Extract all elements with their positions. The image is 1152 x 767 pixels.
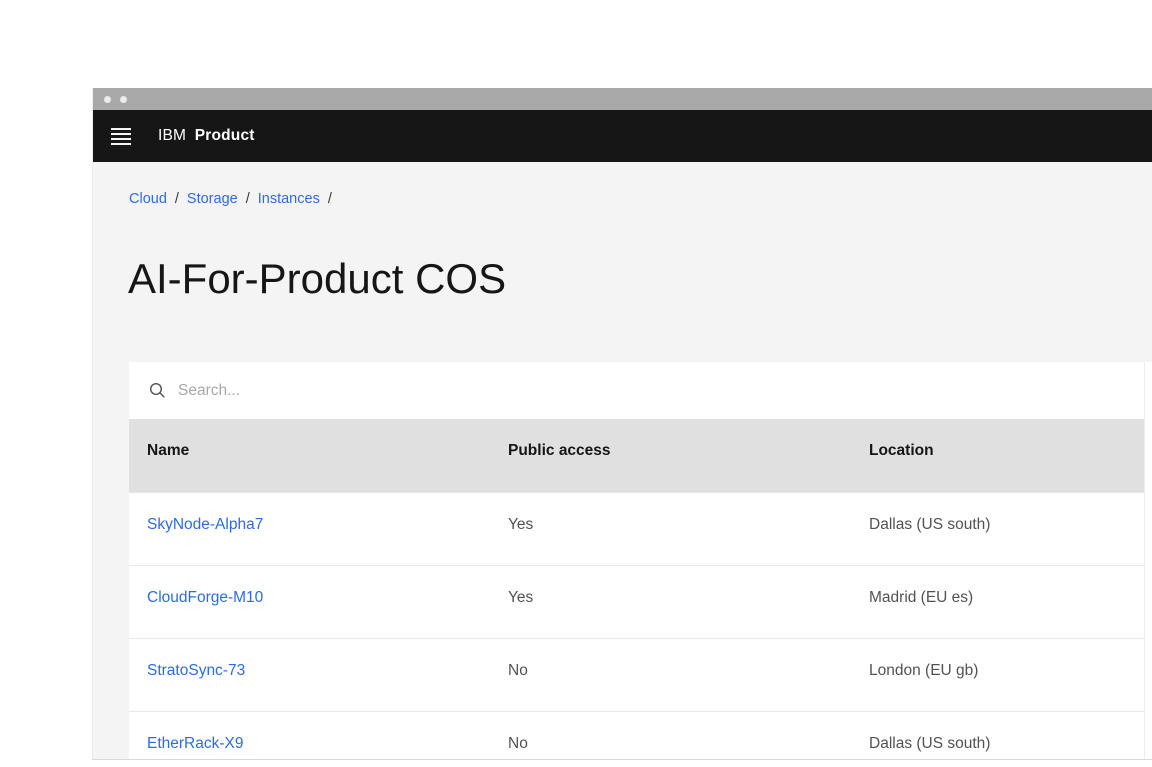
- table-header-row: Name Public access Location: [129, 419, 1144, 492]
- brand-title: IBM Product: [158, 127, 255, 145]
- window-titlebar: [93, 88, 1152, 110]
- instances-table: Name Public access Location SkyNode-Alph…: [129, 362, 1144, 759]
- breadcrumb-separator: /: [327, 191, 332, 207]
- table-row: CloudForge-M10 Yes Madrid (EU es): [129, 565, 1144, 638]
- vertical-scrollbar[interactable]: [1144, 362, 1152, 759]
- breadcrumb-separator: /: [174, 191, 179, 207]
- public-access-cell: Yes: [508, 589, 534, 606]
- brand-prefix: IBM: [158, 127, 187, 144]
- breadcrumb-link-storage[interactable]: Storage: [187, 191, 238, 207]
- page-content: Cloud / Storage / Instances / AI-For-Product …: [93, 162, 1152, 759]
- column-header-name: Name: [147, 442, 190, 459]
- public-access-cell: Yes: [508, 516, 534, 533]
- app-header: IBM Product: [93, 110, 1152, 162]
- instance-link[interactable]: CloudForge-M10: [147, 589, 263, 606]
- instance-link[interactable]: EtherRack-X9: [147, 735, 243, 752]
- search-bar[interactable]: [129, 362, 1144, 419]
- breadcrumb-separator: /: [245, 191, 250, 207]
- breadcrumb-link-instances[interactable]: Instances: [258, 191, 320, 207]
- table-row: EtherRack-X9 No Dallas (US south): [129, 711, 1144, 759]
- table-row: StratoSync-73 No London (EU gb): [129, 638, 1144, 711]
- location-cell: Madrid (EU es): [869, 589, 974, 606]
- page-title: AI-For-Product COS: [128, 255, 507, 302]
- column-header-location: Location: [869, 442, 934, 459]
- instance-link[interactable]: StratoSync-73: [147, 662, 245, 679]
- brand-name: Product: [194, 127, 255, 144]
- instance-link[interactable]: SkyNode-Alpha7: [147, 516, 263, 533]
- search-icon: [149, 382, 165, 398]
- public-access-cell: No: [508, 662, 528, 679]
- window-control-dot[interactable]: [120, 95, 127, 103]
- table-row: SkyNode-Alpha7 Yes Dallas (US south): [129, 492, 1144, 565]
- search-input[interactable]: [178, 381, 578, 400]
- browser-window: IBM Product Cloud / Storage / Instances / AI-…: [92, 88, 1152, 760]
- column-header-public-access: Public access: [508, 442, 611, 459]
- public-access-cell: No: [508, 735, 528, 752]
- hamburger-menu-icon[interactable]: [111, 127, 131, 145]
- location-cell: Dallas (US south): [869, 735, 991, 752]
- location-cell: London (EU gb): [869, 662, 979, 679]
- location-cell: Dallas (US south): [869, 516, 991, 533]
- window-control-dot[interactable]: [104, 95, 111, 103]
- breadcrumb: Cloud / Storage / Instances /: [93, 162, 1152, 209]
- breadcrumb-link-cloud[interactable]: Cloud: [129, 191, 167, 207]
